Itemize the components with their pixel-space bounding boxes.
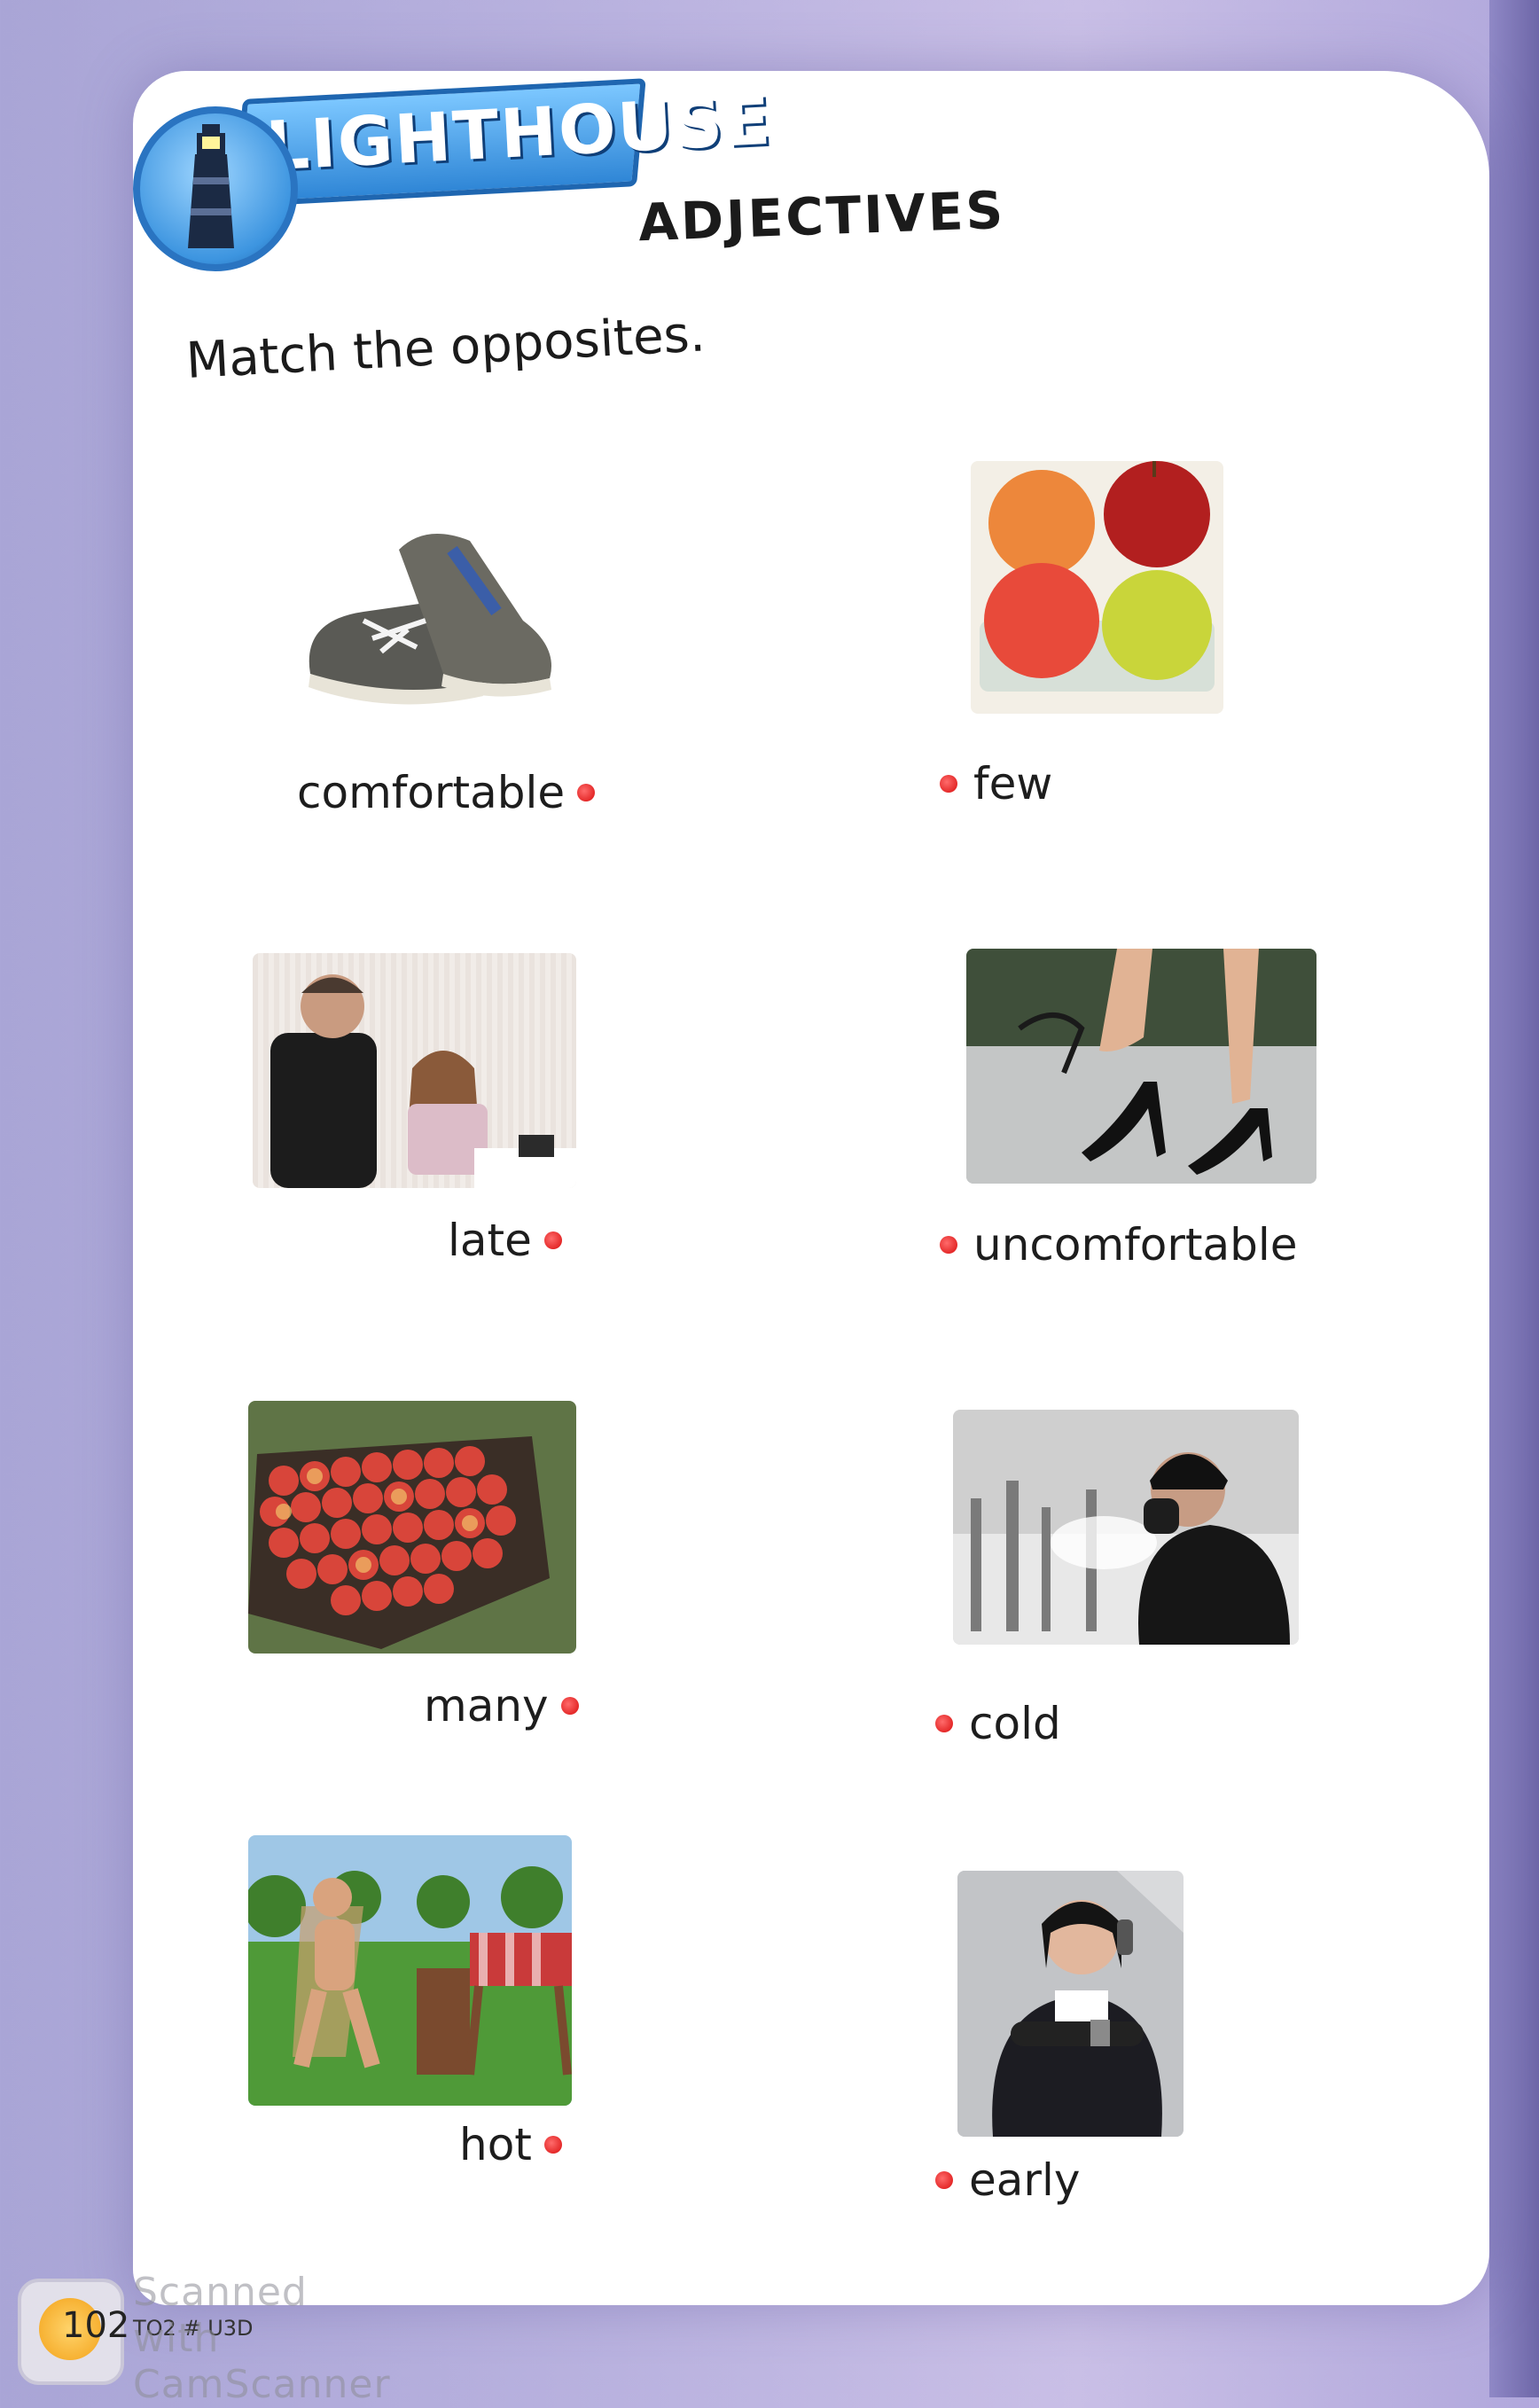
word-uncomfortable: uncomfortable — [940, 1219, 1298, 1270]
woman-checking-watch-photo — [957, 1871, 1184, 2137]
match-dot[interactable] — [577, 784, 596, 801]
match-dot[interactable] — [940, 1236, 957, 1254]
word-label: comfortable — [297, 767, 566, 818]
background-edge — [1489, 0, 1539, 2397]
match-dot[interactable] — [940, 775, 957, 793]
word-label: late — [448, 1215, 532, 1266]
lighthouse-logo: LIGHTHOUSE — [133, 71, 774, 275]
word-comfortable: comfortable — [297, 767, 596, 818]
page-number: 102 — [62, 2305, 130, 2346]
word-early: early — [935, 2154, 1080, 2206]
word-label: cold — [969, 1698, 1061, 1749]
word-label: early — [969, 2154, 1081, 2206]
four-apples-photo — [971, 461, 1223, 714]
word-label: many — [424, 1680, 549, 1732]
match-dot[interactable] — [935, 1715, 953, 1732]
sneakers-photo — [293, 514, 559, 718]
match-dot[interactable] — [543, 2136, 562, 2154]
office-late-photo — [253, 953, 576, 1188]
word-label: hot — [459, 2119, 532, 2170]
word-late: late — [448, 1215, 562, 1266]
lighthouse-icon — [188, 124, 234, 248]
match-dot[interactable] — [543, 1231, 562, 1249]
word-few: few — [940, 758, 1052, 809]
word-cold: cold — [935, 1698, 1061, 1749]
high-heels-photo — [966, 949, 1316, 1184]
word-label: few — [973, 758, 1053, 809]
word-many: many — [424, 1680, 579, 1732]
sunbathing-man-photo — [248, 1835, 572, 2106]
crate-of-apples-photo — [248, 1401, 576, 1654]
footer: 102 TO2 # U3D Scanned with CamScanner — [18, 2270, 426, 2407]
word-hot: hot — [459, 2119, 562, 2170]
cold-man-photo — [953, 1410, 1299, 1645]
page-title: ADJECTIVES — [637, 179, 1007, 254]
word-label: uncomfortable — [973, 1219, 1298, 1270]
match-dot[interactable] — [935, 2171, 953, 2189]
scanner-watermark: Scanned with CamScanner — [133, 2270, 391, 2407]
match-dot[interactable] — [560, 1697, 579, 1715]
